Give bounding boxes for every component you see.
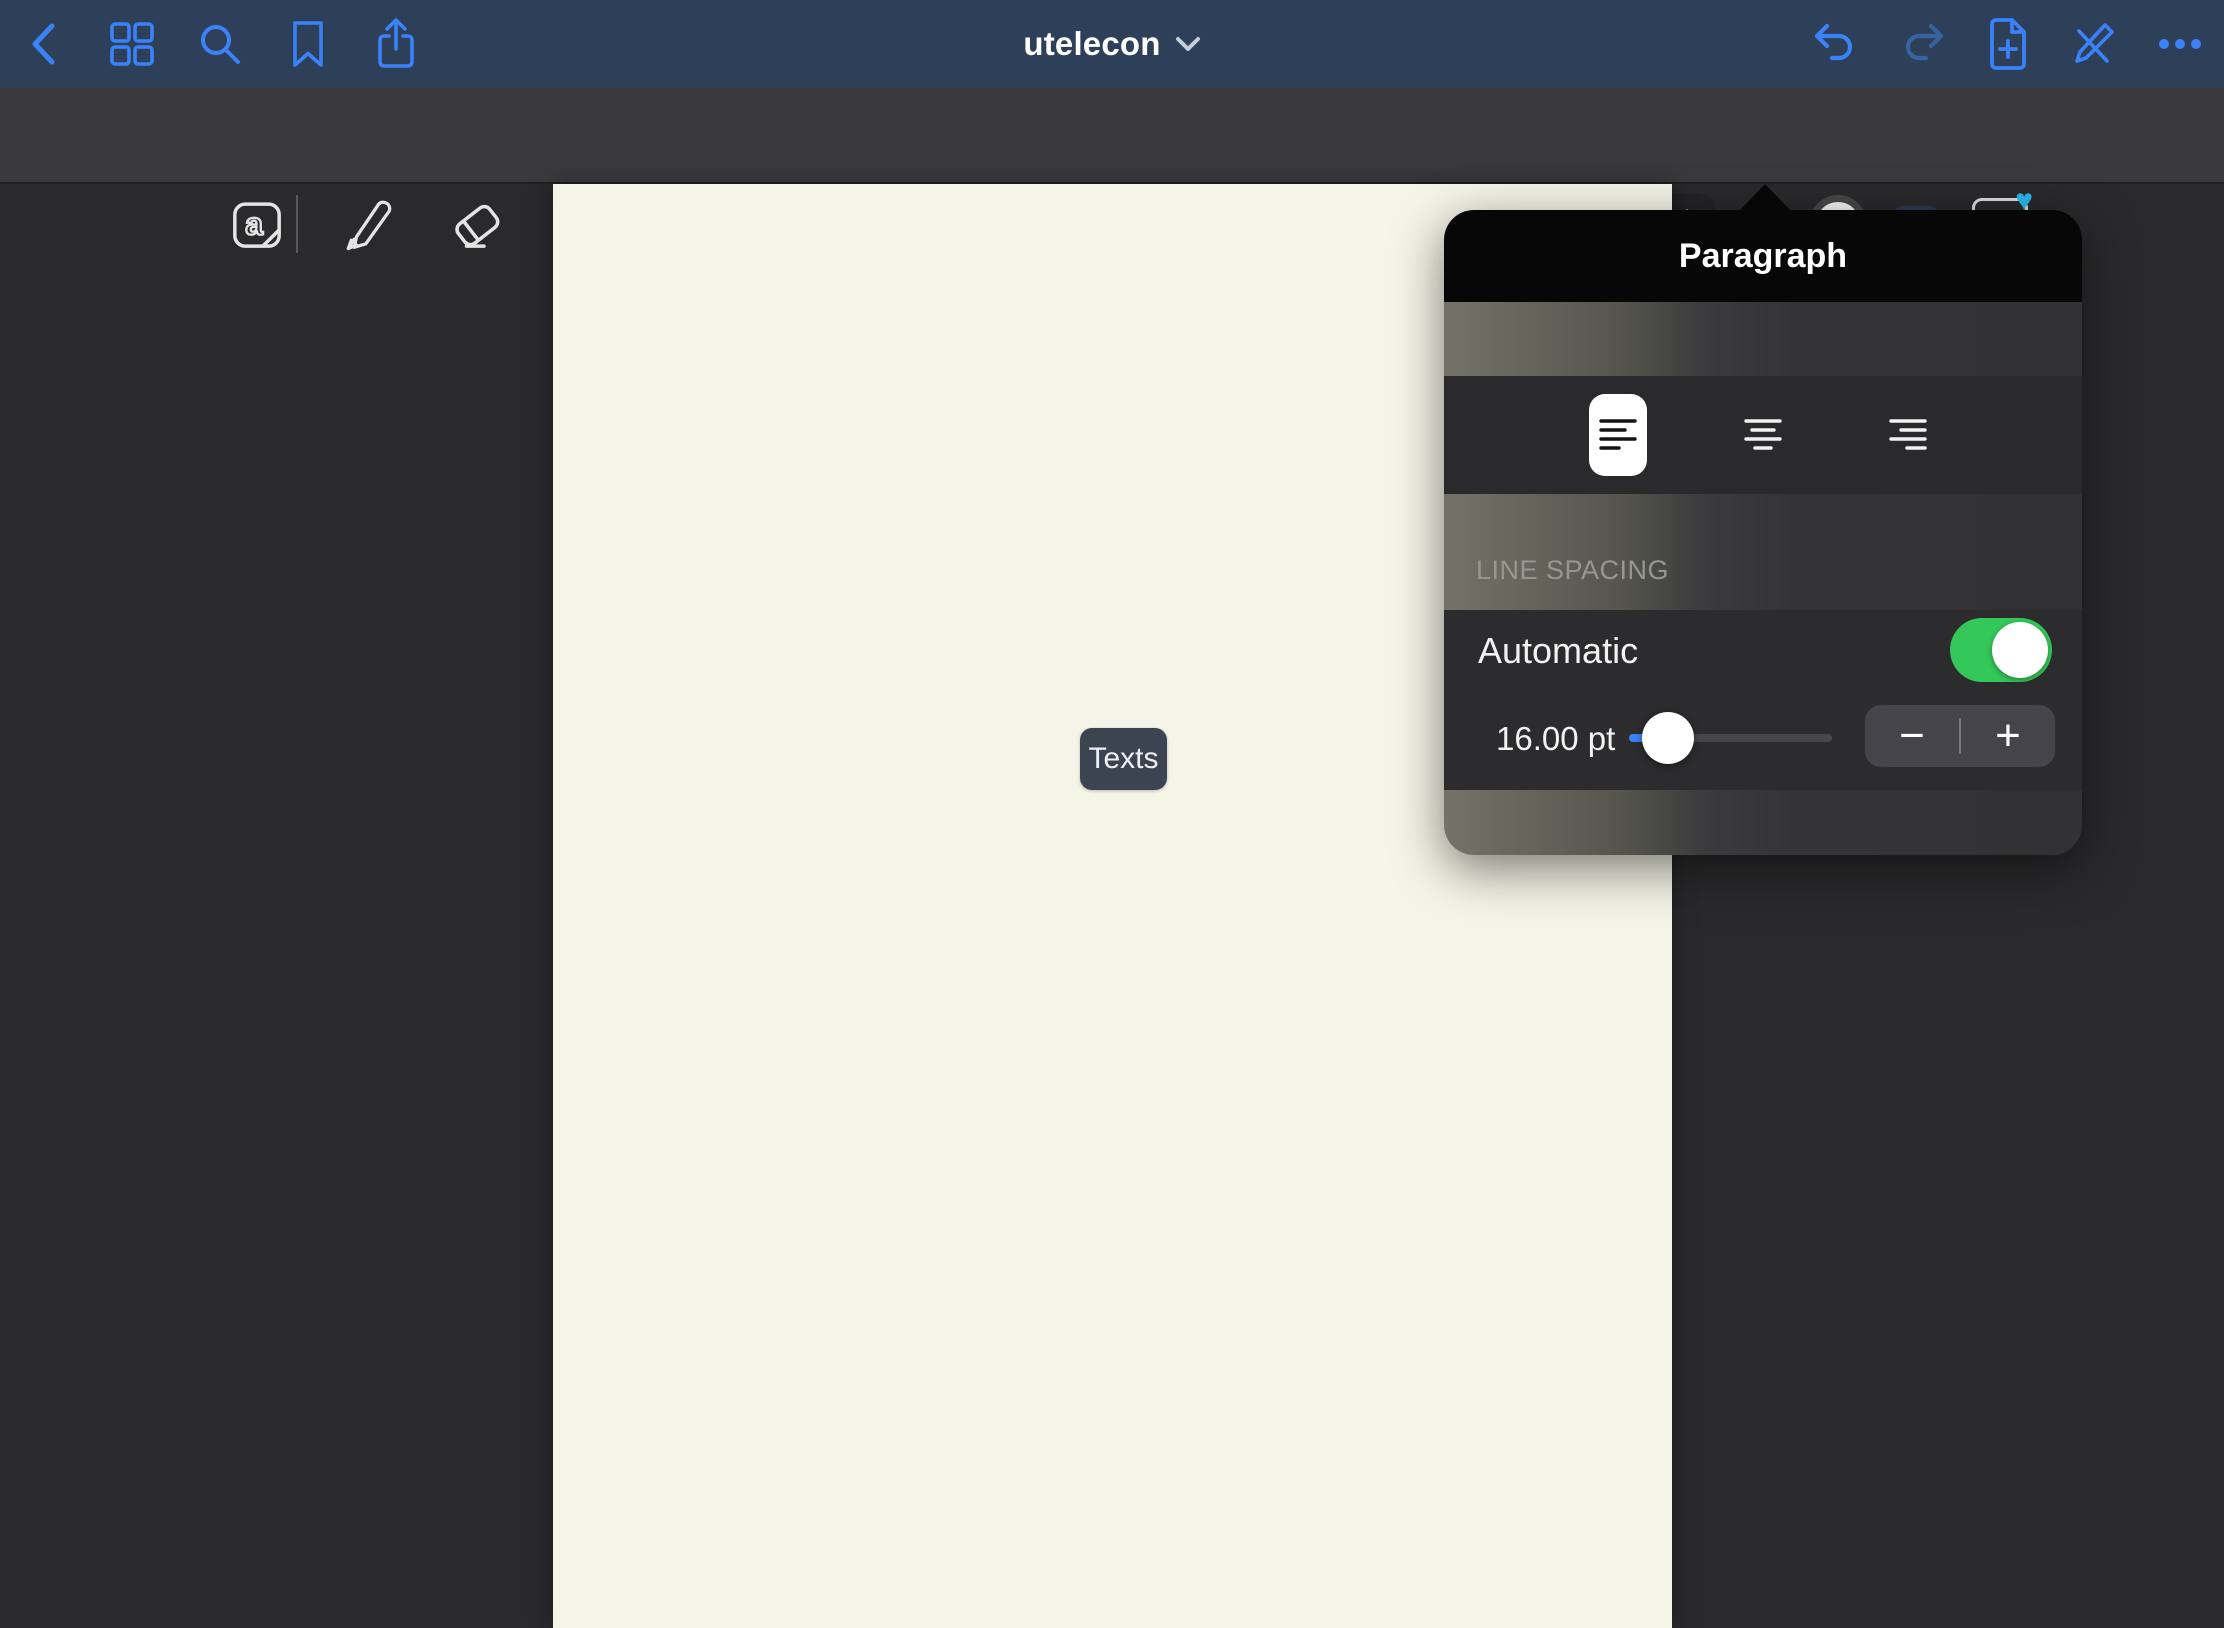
- chevron-down-icon[interactable]: [1175, 35, 1201, 53]
- popover-title: Paragraph: [1444, 210, 2082, 302]
- pen-tool-icon[interactable]: [332, 189, 402, 259]
- increase-spacing-button[interactable]: +: [1961, 705, 2055, 767]
- tool-bar: a: [0, 88, 2224, 184]
- back-button[interactable]: [14, 14, 74, 74]
- pen-cross-icon[interactable]: [2064, 14, 2124, 74]
- popover-footer: [1444, 790, 2082, 855]
- search-icon[interactable]: [190, 14, 250, 74]
- toggle-knob: [1992, 622, 2048, 678]
- paragraph-popover: Paragraph LINE SPACING Automatic 16.00 p…: [1444, 210, 2082, 855]
- align-left-button[interactable]: [1589, 394, 1647, 476]
- popover-arrow: [1739, 184, 1791, 211]
- share-icon[interactable]: [366, 14, 426, 74]
- automatic-label: Automatic: [1478, 630, 1638, 672]
- svg-text:a: a: [245, 206, 263, 242]
- align-right-button[interactable]: [1877, 404, 1939, 466]
- align-center-button[interactable]: [1732, 404, 1794, 466]
- text-object-label: Texts: [1088, 742, 1158, 776]
- more-options-icon[interactable]: [2150, 14, 2210, 74]
- add-page-icon[interactable]: [1978, 14, 2038, 74]
- page-title[interactable]: utelecon: [1023, 25, 1160, 63]
- top-navigation-bar: utelecon: [0, 0, 2224, 88]
- line-spacing-section: [1444, 494, 2082, 610]
- alignment-row: [1444, 376, 2082, 494]
- eraser-tool-icon[interactable]: [442, 189, 512, 259]
- redo-icon[interactable]: [1892, 14, 1952, 74]
- zoom-window-tool-icon[interactable]: a: [222, 189, 292, 259]
- selected-text-object[interactable]: Texts: [1080, 728, 1167, 790]
- line-spacing-label: LINE SPACING: [1476, 555, 1669, 586]
- spacing-slider-knob[interactable]: [1642, 712, 1694, 764]
- grid-thumbnails-icon[interactable]: [102, 14, 162, 74]
- automatic-toggle[interactable]: [1950, 618, 2052, 682]
- decrease-spacing-button[interactable]: −: [1865, 705, 1959, 767]
- popover-spacer: [1444, 302, 2082, 376]
- spacing-stepper: − +: [1865, 705, 2055, 767]
- bookmark-icon[interactable]: [278, 14, 338, 74]
- undo-icon[interactable]: [1806, 14, 1866, 74]
- toolbar-divider: [296, 195, 298, 253]
- spacing-value-label: 16.00 pt: [1496, 720, 1615, 758]
